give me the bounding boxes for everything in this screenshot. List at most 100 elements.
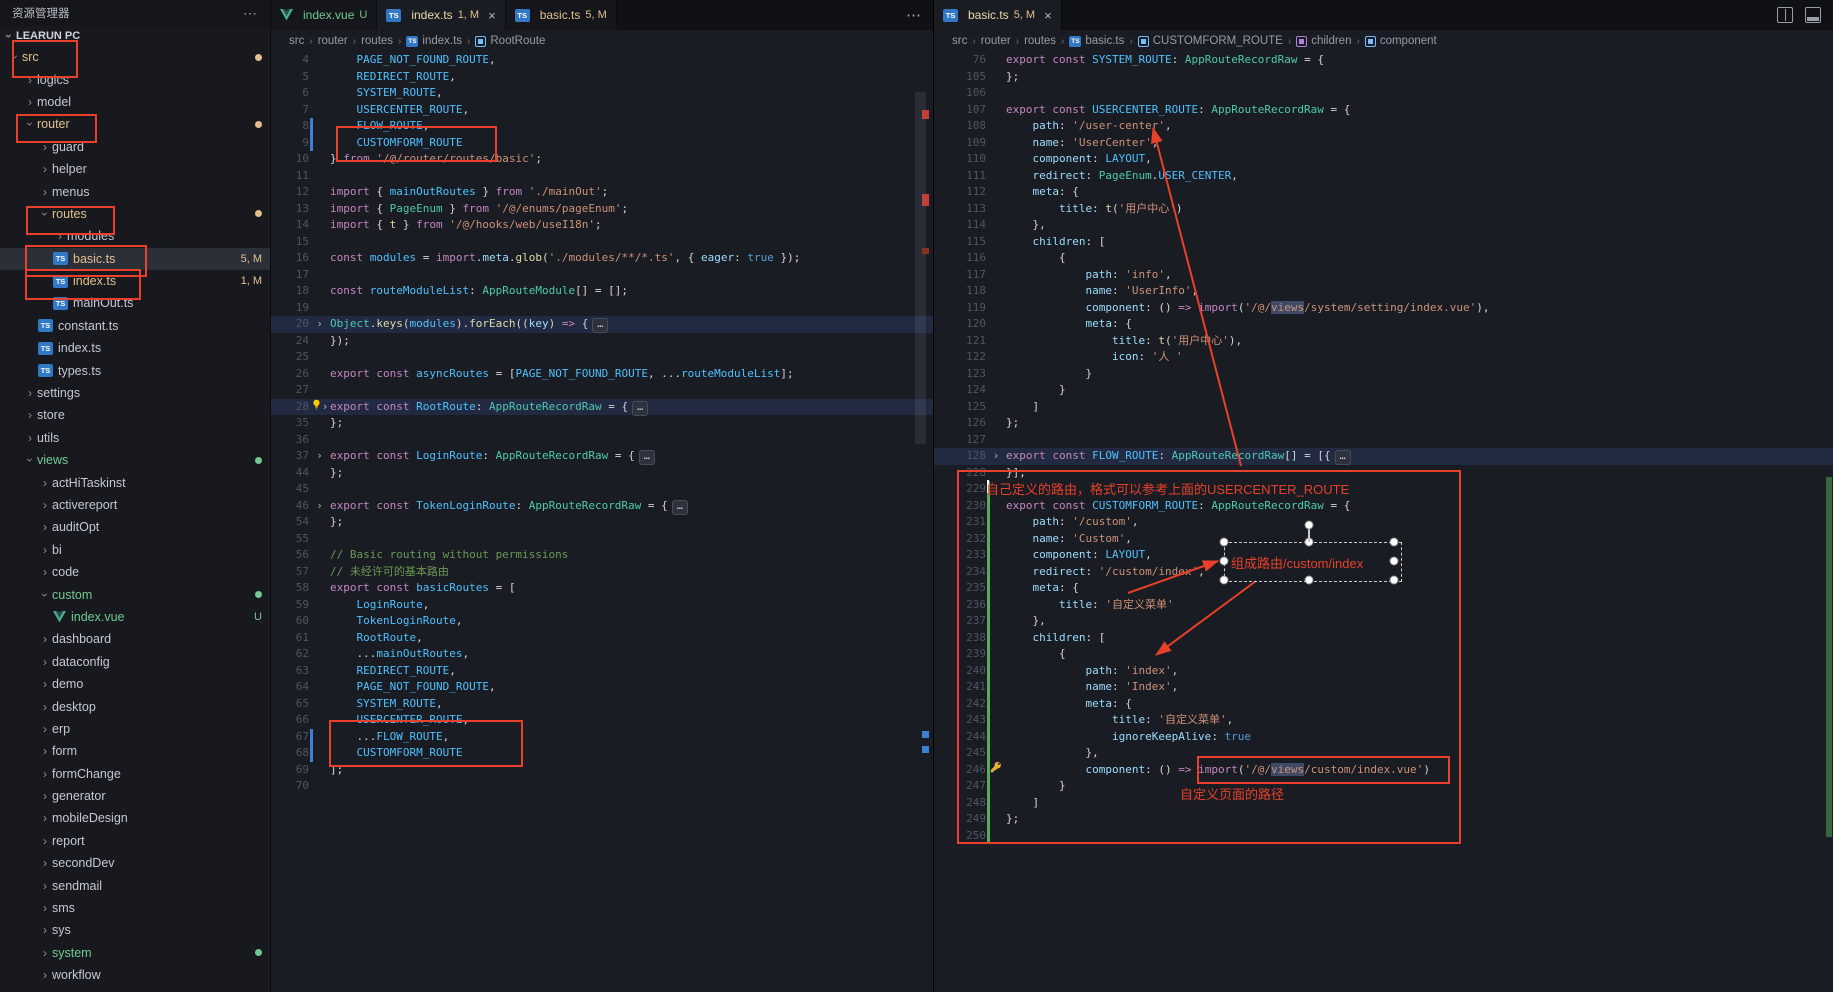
tree-item-src[interactable]: ›src [0, 46, 270, 68]
code-line-105[interactable]: 105}; [934, 69, 1833, 86]
code-line-117[interactable]: 117 path: 'info', [934, 267, 1833, 284]
code-line-12[interactable]: 12import { mainOutRoutes } from './mainO… [271, 184, 933, 201]
code-line-108[interactable]: 108 path: '/user-center', [934, 118, 1833, 135]
fold-chevron-icon[interactable]: › [316, 498, 323, 515]
code-line-128[interactable]: 128›export const FLOW_ROUTE: AppRouteRec… [934, 448, 1833, 465]
code-line-56[interactable]: 56// Basic routing without permissions [271, 547, 933, 564]
tree-item-logics[interactable]: ›logics [0, 68, 270, 90]
code-line-229[interactable]: 229 [934, 481, 1833, 498]
code-editor-index-ts[interactable]: 4 PAGE_NOT_FOUND_ROUTE,5 REDIRECT_ROUTE,… [271, 52, 933, 992]
tree-item-model[interactable]: ›model [0, 91, 270, 113]
tree-item-sys[interactable]: ›sys [0, 919, 270, 941]
tree-item-sendmail[interactable]: ›sendmail [0, 874, 270, 896]
breadcrumb-item-routes[interactable]: routes [1024, 35, 1056, 47]
fold-chevron-icon[interactable]: › [316, 448, 323, 465]
tree-item-settings[interactable]: ›settings [0, 382, 270, 404]
code-line-35[interactable]: 35}; [271, 415, 933, 432]
workspace-section-header[interactable]: › LEARUN PC [0, 26, 270, 46]
code-line-64[interactable]: 64 PAGE_NOT_FOUND_ROUTE, [271, 679, 933, 696]
code-line-18[interactable]: 18const routeModuleList: AppRouteModule[… [271, 283, 933, 300]
code-line-27[interactable]: 27 [271, 382, 933, 399]
customize-layout-icon[interactable] [1805, 7, 1821, 23]
code-line-61[interactable]: 61 RootRoute, [271, 630, 933, 647]
more-actions-icon[interactable]: ⋯ [906, 6, 921, 24]
fold-chevron-icon[interactable]: › [316, 316, 323, 333]
code-line-10[interactable]: 10} from '/@/router/routes/basic'; [271, 151, 933, 168]
code-line-110[interactable]: 110 component: LAYOUT, [934, 151, 1833, 168]
code-line-243[interactable]: 243 title: '自定义菜单', [934, 712, 1833, 729]
more-actions-icon[interactable]: ⋯ [243, 5, 258, 22]
tree-item-actHiTaskinst[interactable]: ›actHiTaskinst [0, 471, 270, 493]
tree-item-menus[interactable]: ›menus [0, 180, 270, 202]
code-line-45[interactable]: 45 [271, 481, 933, 498]
code-line-6[interactable]: 6 SYSTEM_ROUTE, [271, 85, 933, 102]
code-line-248[interactable]: 248 ] [934, 795, 1833, 812]
tree-item-custom[interactable]: ›custom [0, 583, 270, 605]
tab-basic.ts[interactable]: TSbasic.ts5, M [506, 0, 617, 30]
code-line-14[interactable]: 14import { t } from '/@/hooks/web/useI18… [271, 217, 933, 234]
code-line-116[interactable]: 116 { [934, 250, 1833, 267]
code-line-235[interactable]: 235 meta: { [934, 580, 1833, 597]
code-line-249[interactable]: 249}; [934, 811, 1833, 828]
code-line-113[interactable]: 113 title: t('用户中心') [934, 201, 1833, 218]
tree-item-bi[interactable]: ›bi [0, 539, 270, 561]
code-line-20[interactable]: 20›Object.keys(modules).forEach((key) =>… [271, 316, 933, 333]
folded-code-ellipsis[interactable]: … [592, 318, 608, 333]
code-line-13[interactable]: 13import { PageEnum } from '/@/enums/pag… [271, 201, 933, 218]
breadcrumb-item-basic.ts[interactable]: TSbasic.ts [1069, 35, 1124, 47]
code-line-67[interactable]: 67 ...FLOW_ROUTE, [271, 729, 933, 746]
code-line-9[interactable]: 9 CUSTOMFORM_ROUTE [271, 135, 933, 152]
code-line-109[interactable]: 109 name: 'UserCenter', [934, 135, 1833, 152]
code-line-24[interactable]: 24}); [271, 333, 933, 350]
folded-code-ellipsis[interactable]: … [1335, 450, 1351, 465]
tab-index.ts[interactable]: TSindex.ts1, M× [377, 0, 505, 30]
close-icon[interactable]: × [1044, 8, 1052, 23]
tree-item-erp[interactable]: ›erp [0, 718, 270, 740]
code-line-242[interactable]: 242 meta: { [934, 696, 1833, 713]
code-line-25[interactable]: 25 [271, 349, 933, 366]
code-line-16[interactable]: 16const modules = import.meta.glob('./mo… [271, 250, 933, 267]
code-line-69[interactable]: 69]; [271, 762, 933, 779]
code-line-236[interactable]: 236 title: '自定义菜单' [934, 597, 1833, 614]
breadcrumb-item-router[interactable]: router [318, 35, 348, 47]
code-line-230[interactable]: 230export const CUSTOMFORM_ROUTE: AppRou… [934, 498, 1833, 515]
code-line-234[interactable]: 234 redirect: '/custom/index', [934, 564, 1833, 581]
tree-item-store[interactable]: ›store [0, 404, 270, 426]
code-line-233[interactable]: 233 component: LAYOUT, [934, 547, 1833, 564]
breadcrumb-item-src[interactable]: src [952, 35, 967, 47]
tree-item-demo[interactable]: ›demo [0, 673, 270, 695]
code-line-15[interactable]: 15 [271, 234, 933, 251]
code-line-66[interactable]: 66 USERCENTER_ROUTE, [271, 712, 933, 729]
code-line-237[interactable]: 237 }, [934, 613, 1833, 630]
tree-item-form[interactable]: ›form [0, 740, 270, 762]
folded-code-ellipsis[interactable]: … [632, 401, 648, 416]
code-line-126[interactable]: 126}; [934, 415, 1833, 432]
code-line-238[interactable]: 238 children: [ [934, 630, 1833, 647]
tree-item-index.ts[interactable]: TSindex.ts1, M [0, 270, 270, 292]
code-line-232[interactable]: 232 name: 'Custom', [934, 531, 1833, 548]
breadcrumb-item-src[interactable]: src [289, 35, 304, 47]
code-line-228[interactable]: 228}]; [934, 465, 1833, 482]
code-line-65[interactable]: 65 SYSTEM_ROUTE, [271, 696, 933, 713]
code-line-107[interactable]: 107export const USERCENTER_ROUTE: AppRou… [934, 102, 1833, 119]
breadcrumb-item-routes[interactable]: routes [361, 35, 393, 47]
code-line-239[interactable]: 239 { [934, 646, 1833, 663]
tree-item-workflow[interactable]: ›workflow [0, 964, 270, 986]
code-line-123[interactable]: 123 } [934, 366, 1833, 383]
tree-item-views[interactable]: ›views [0, 449, 270, 471]
code-line-115[interactable]: 115 children: [ [934, 234, 1833, 251]
code-line-60[interactable]: 60 TokenLoginRoute, [271, 613, 933, 630]
tree-item-sms[interactable]: ›sms [0, 897, 270, 919]
folded-code-ellipsis[interactable]: … [639, 450, 655, 465]
code-line-106[interactable]: 106 [934, 85, 1833, 102]
code-line-122[interactable]: 122 icon: '人 ' [934, 349, 1833, 366]
code-line-247[interactable]: 247 } [934, 778, 1833, 795]
code-line-4[interactable]: 4 PAGE_NOT_FOUND_ROUTE, [271, 52, 933, 69]
fold-chevron-icon[interactable]: › [322, 399, 329, 416]
code-line-7[interactable]: 7 USERCENTER_ROUTE, [271, 102, 933, 119]
tree-item-index.ts[interactable]: TSindex.ts [0, 337, 270, 359]
tree-item-mainOut.ts[interactable]: TSmainOut.ts [0, 292, 270, 314]
code-line-125[interactable]: 125 ] [934, 399, 1833, 416]
code-line-19[interactable]: 19 [271, 300, 933, 317]
code-line-59[interactable]: 59 LoginRoute, [271, 597, 933, 614]
